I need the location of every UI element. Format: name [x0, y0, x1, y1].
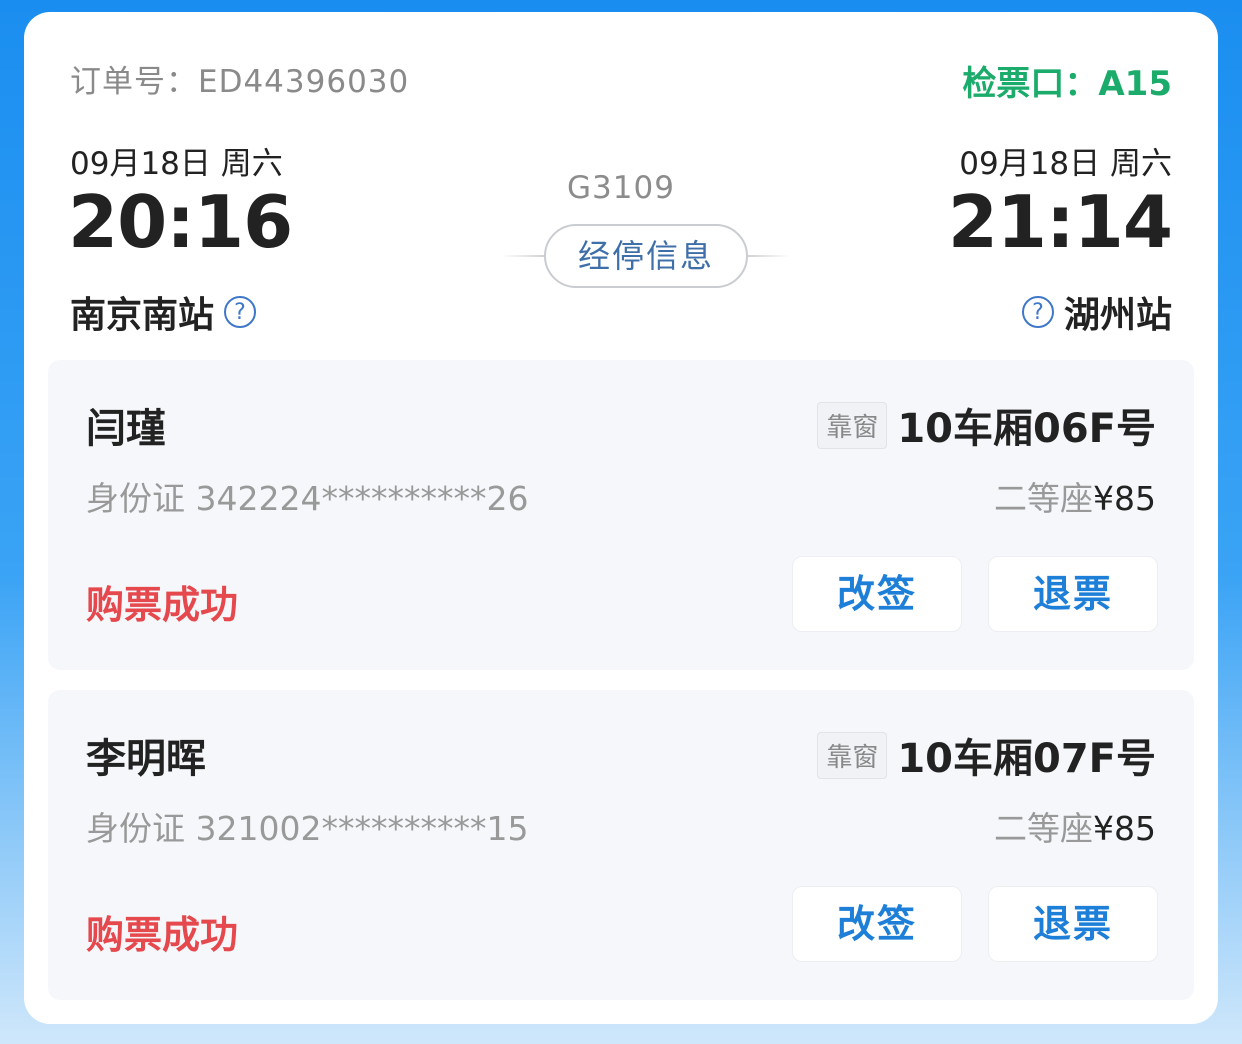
route-line-right — [746, 255, 790, 257]
ticket-status: 购票成功 — [86, 583, 239, 627]
departure-station-name: 南京南站 — [70, 295, 215, 336]
ticket-gate: 检票口：A15 — [962, 64, 1172, 104]
window-seat-badge: 靠窗 — [817, 731, 888, 779]
change-ticket-button[interactable]: 改签 — [792, 556, 962, 632]
arrival-station[interactable]: ? 湖州站 — [1021, 286, 1172, 338]
seat-class: 二等座 — [994, 479, 1093, 518]
order-header: 订单号：ED44396030 检票口：A15 — [70, 56, 1172, 104]
seat-number: 10车厢06F号 — [897, 406, 1156, 452]
passenger-name: 李明晖 — [86, 736, 206, 782]
seat-class-price: 二等座¥85 — [994, 472, 1156, 520]
seat-class: 二等座 — [994, 809, 1093, 848]
change-ticket-button[interactable]: 改签 — [792, 886, 962, 962]
trip-info: 09月18日 周六 20:16 南京南站 ? G3109 经停信息 09月18日… — [68, 138, 1173, 338]
order-number: 订单号：ED44396030 — [70, 64, 410, 100]
arrival-station-name: 湖州站 — [1063, 295, 1172, 336]
seat-info: 靠窗 10车厢06F号 — [817, 396, 1156, 454]
seat-number: 10车厢07F号 — [897, 736, 1156, 782]
help-icon[interactable]: ? — [1021, 296, 1054, 328]
ticket-status: 购票成功 — [86, 913, 239, 957]
passenger-id: 身份证 342224**********26 — [86, 479, 529, 518]
passenger-name: 闫瑾 — [86, 406, 166, 452]
stops-info-button[interactable]: 经停信息 — [544, 224, 748, 288]
refund-ticket-button[interactable]: 退票 — [988, 886, 1158, 962]
arrival-date: 09月18日 周六 — [959, 146, 1172, 182]
seat-info: 靠窗 10车厢07F号 — [817, 726, 1156, 784]
passenger-card: 闫瑾 靠窗 10车厢06F号 身份证 342224**********26 二等… — [48, 360, 1194, 670]
departure-station[interactable]: 南京南站 ? — [70, 286, 257, 338]
help-icon[interactable]: ? — [224, 296, 257, 328]
ticket-price: ¥85 — [1093, 479, 1156, 518]
seat-class-price: 二等座¥85 — [994, 802, 1156, 850]
passenger-card: 李明晖 靠窗 10车厢07F号 身份证 321002**********15 二… — [48, 690, 1194, 1000]
window-seat-badge: 靠窗 — [817, 401, 888, 449]
route-line-left — [502, 255, 546, 257]
passenger-id: 身份证 321002**********15 — [86, 809, 529, 848]
arrival-time: 21:14 — [947, 180, 1173, 264]
refund-ticket-button[interactable]: 退票 — [988, 556, 1158, 632]
ticket-price: ¥85 — [1093, 809, 1156, 848]
order-card: 订单号：ED44396030 检票口：A15 09月18日 周六 20:16 南… — [24, 12, 1218, 1024]
